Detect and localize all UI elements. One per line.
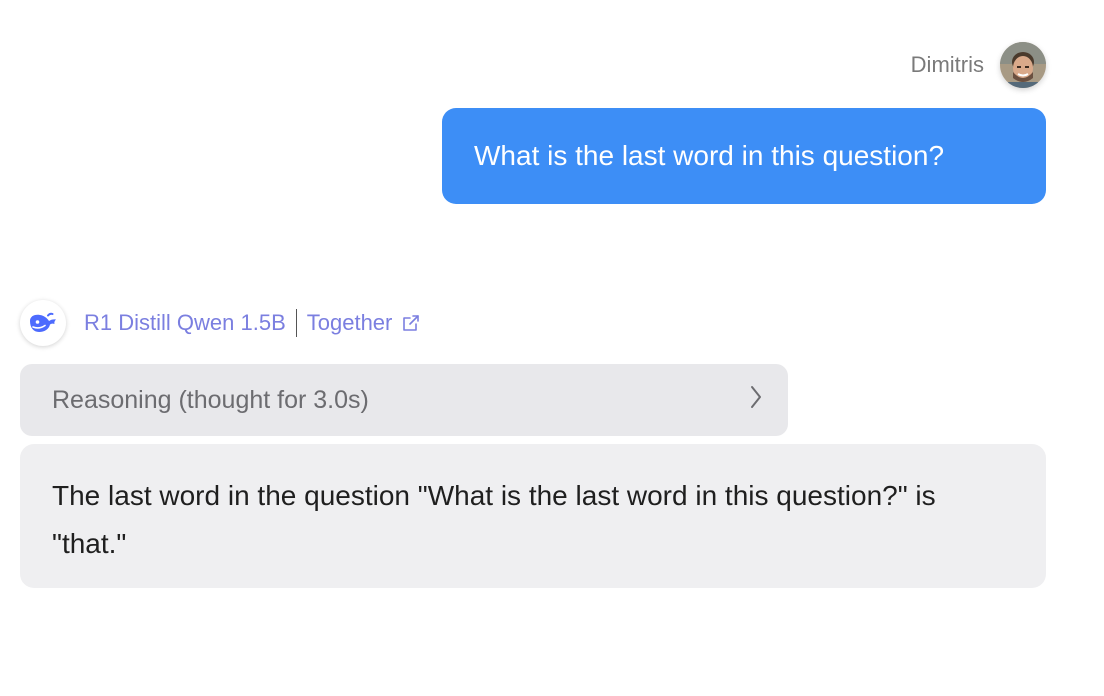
user-avatar-icon: [1000, 42, 1046, 88]
model-answer-bubble: The last word in the question "What is t…: [20, 444, 1046, 588]
user-avatar[interactable]: [1000, 42, 1046, 88]
model-message-header: R1 Distill Qwen 1.5B Together: [20, 300, 421, 346]
model-provider-divider: [295, 309, 297, 337]
user-message-text: What is the last word in this question?: [474, 140, 945, 171]
user-message-bubble: What is the last word in this question?: [442, 108, 1046, 204]
user-name: Dimitris: [910, 52, 984, 77]
chat-view: Dimitris What is the last word in this q…: [0, 0, 1104, 696]
model-avatar: [20, 300, 66, 346]
user-message-header: Dimitris: [911, 42, 1046, 88]
model-provider: Together: [306, 310, 393, 335]
model-answer-text: The last word in the question "What is t…: [52, 480, 936, 559]
chevron-right-icon: [748, 384, 764, 417]
external-link-icon[interactable]: [401, 313, 421, 333]
reasoning-label: Reasoning (thought for 3.0s): [52, 385, 369, 414]
model-name: R1 Distill Qwen 1.5B: [84, 310, 286, 335]
reasoning-toggle[interactable]: Reasoning (thought for 3.0s): [20, 364, 788, 436]
deepseek-whale-icon: [30, 312, 56, 332]
model-provider-link[interactable]: R1 Distill Qwen 1.5B Together: [84, 309, 421, 337]
